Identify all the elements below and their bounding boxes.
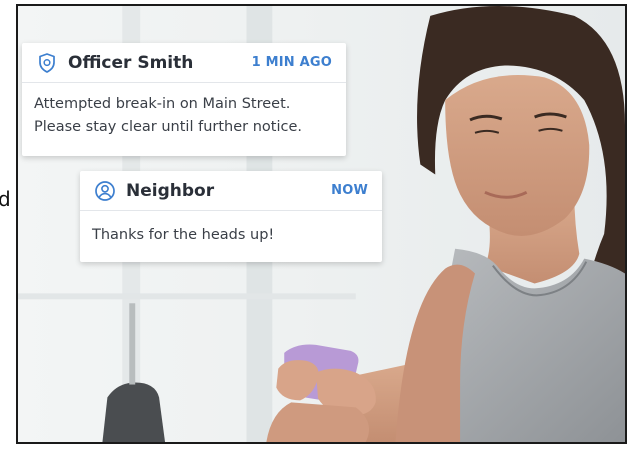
- notification-time: 1 MIN AGO: [251, 55, 332, 70]
- notification-card-neighbor[interactable]: Neighbor NOW Thanks for the heads up!: [80, 171, 382, 262]
- message-line: Please stay clear until further notice.: [34, 119, 302, 135]
- shield-icon: [36, 52, 58, 74]
- sender-block: Neighbor: [94, 180, 214, 202]
- sender-name: Officer Smith: [68, 52, 194, 73]
- cropped-edge-letter: d: [0, 187, 10, 211]
- notification-header: Officer Smith 1 MIN AGO: [22, 43, 346, 83]
- sender-block: Officer Smith: [36, 52, 193, 74]
- notification-header: Neighbor NOW: [80, 171, 382, 211]
- notification-card-officer[interactable]: Officer Smith 1 MIN AGO Attempted break-…: [22, 43, 346, 156]
- notification-time: NOW: [331, 183, 368, 198]
- user-circle-icon: [94, 180, 116, 202]
- notification-message: Thanks for the heads up!: [80, 211, 382, 245]
- sender-name: Neighbor: [126, 180, 215, 201]
- message-line: Attempted break-in on Main Street.: [34, 96, 291, 112]
- message-line: Thanks for the heads up!: [92, 227, 275, 243]
- advert-image-frame: Officer Smith 1 MIN AGO Attempted break-…: [16, 4, 627, 444]
- notification-message: Attempted break-in on Main Street. Pleas…: [22, 83, 346, 139]
